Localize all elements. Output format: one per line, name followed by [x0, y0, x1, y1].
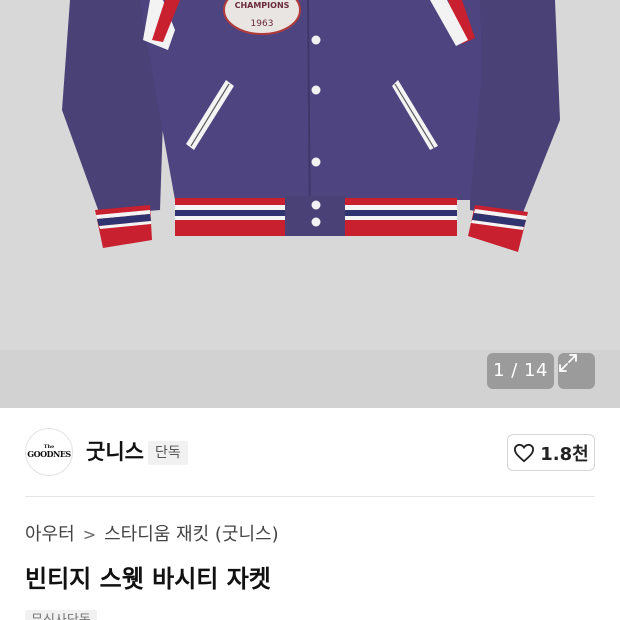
product-image-gallery[interactable]: CHAMPIONS 1963 1 / 14: [0, 0, 620, 408]
brand-row: The GOODNES 굿니스 단독 1.8천: [0, 408, 620, 498]
breadcrumb: 아우터 > 스타디움 재킷 (굿니스): [25, 522, 279, 548]
breadcrumb-category[interactable]: 아우터: [25, 522, 75, 548]
product-tag: 무신사단독: [25, 610, 97, 620]
product-page: CHAMPIONS 1963 1 / 14 The GOODNES 굿니스 단독…: [0, 0, 620, 620]
like-button[interactable]: 1.8천: [507, 434, 595, 471]
breadcrumb-separator: >: [82, 525, 97, 544]
exclusive-badge: 단독: [148, 441, 188, 465]
breadcrumb-subcategory[interactable]: 스타디움 재킷 (굿니스): [104, 522, 279, 548]
heart-icon: [514, 443, 535, 462]
product-title: 빈티지 스웻 바시티 자켓: [25, 565, 271, 593]
divider: [25, 496, 595, 497]
image-counter: 1 / 14: [487, 353, 554, 389]
brand-logo-line2: GOODNES: [27, 449, 71, 459]
patch-text: CHAMPIONS: [235, 1, 290, 10]
product-photo-jacket: CHAMPIONS 1963: [0, 0, 620, 408]
brand-logo[interactable]: The GOODNES: [25, 428, 73, 476]
patch-year: 1963: [251, 19, 274, 29]
brand-name-link[interactable]: 굿니스: [86, 438, 144, 466]
like-count: 1.8천: [540, 443, 589, 465]
expand-icon: [559, 354, 577, 372]
expand-image-button[interactable]: [558, 353, 595, 389]
